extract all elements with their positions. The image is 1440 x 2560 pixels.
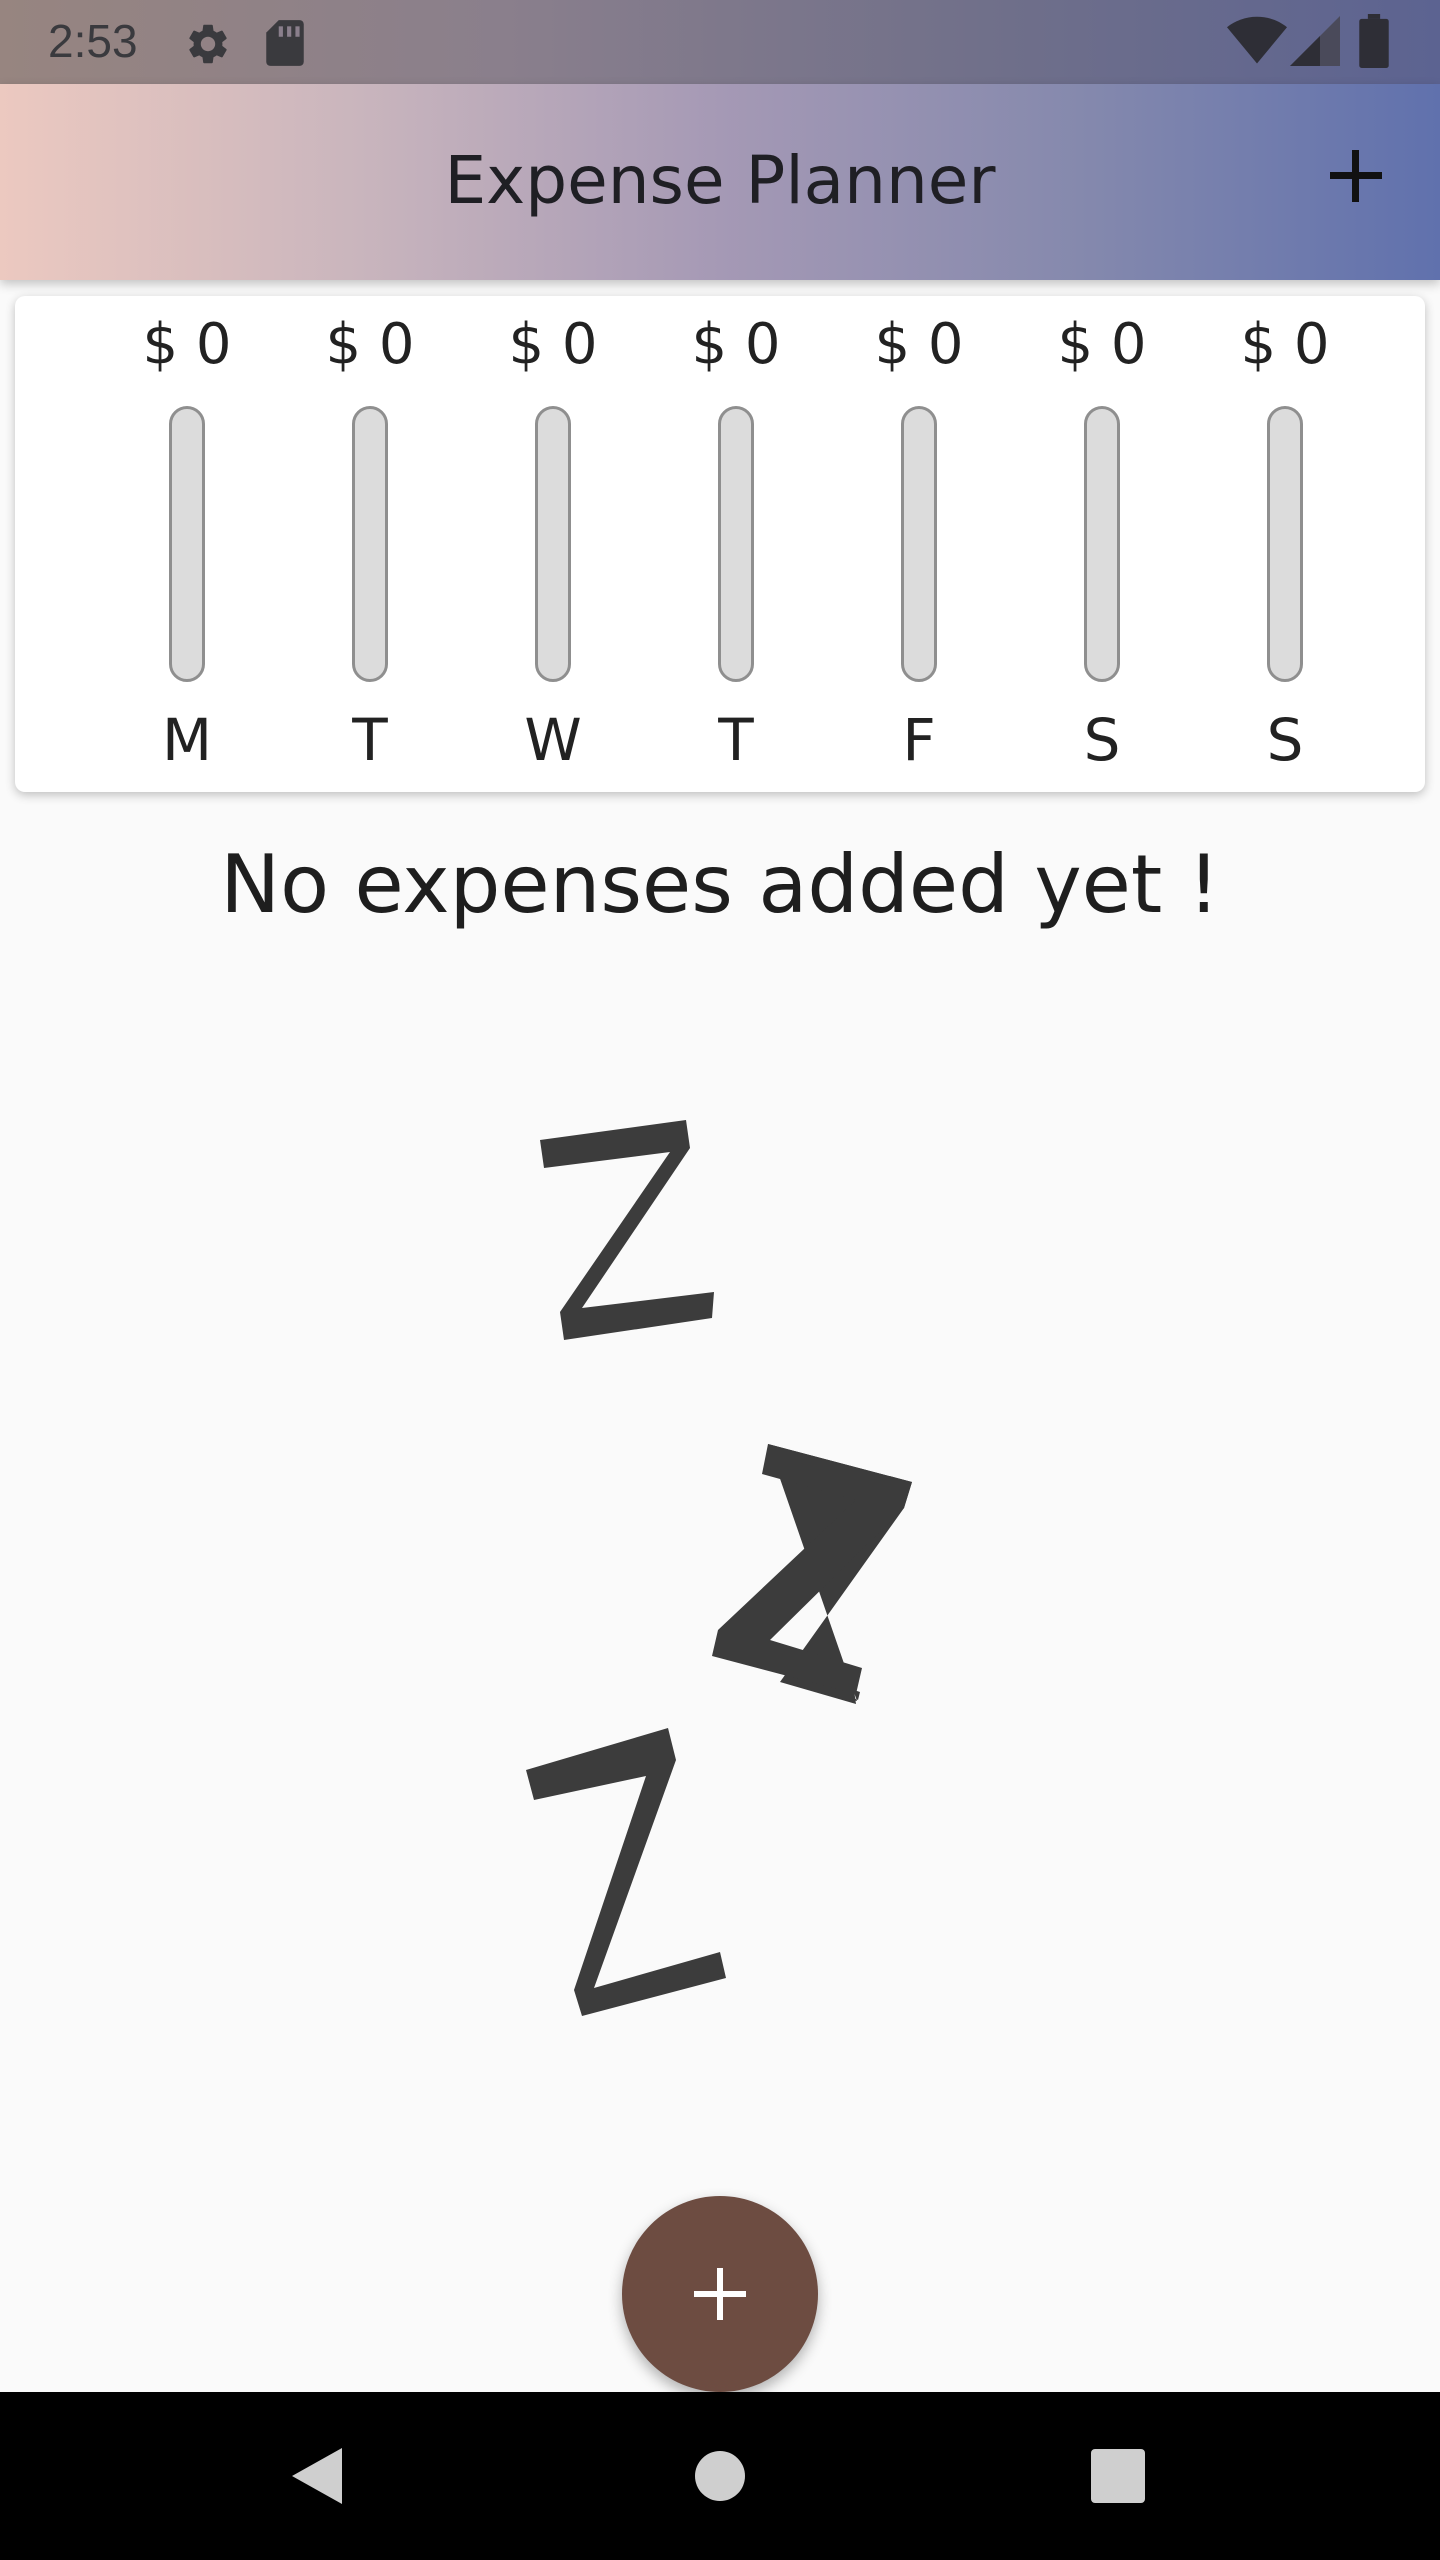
chart-bar [352, 406, 388, 682]
gear-icon [189, 24, 227, 64]
chart-amount-label: $ 0 [1240, 312, 1330, 377]
chart-amount-label: $ 0 [874, 312, 964, 377]
app-bar: Expense Planner [0, 84, 1440, 280]
cell-signal-icon [1290, 16, 1340, 66]
back-icon[interactable] [280, 2436, 360, 2516]
chart-day-column: $ 0 F [849, 296, 989, 792]
sd-card-icon [266, 20, 304, 66]
empty-state-message: No expenses added yet ! [220, 838, 1220, 931]
chart-bar [901, 406, 937, 682]
chart-day-column: $ 0 W [483, 296, 623, 792]
chart-bar [1267, 406, 1303, 682]
chart-amount-label: $ 0 [142, 312, 232, 377]
plus-icon [1330, 150, 1382, 202]
recents-icon[interactable] [1078, 2436, 1158, 2516]
chart-day-label: T [718, 706, 754, 774]
chart-amount-label: $ 0 [508, 312, 598, 377]
plus-icon [694, 2268, 746, 2320]
status-bar: 2:53 [0, 0, 1440, 84]
chart-bar [169, 406, 205, 682]
chart-day-label: S [1266, 706, 1304, 774]
chart-amount-label: $ 0 [325, 312, 415, 377]
chart-bar [1084, 406, 1120, 682]
add-expense-fab[interactable] [622, 2196, 818, 2392]
chart-day-label: T [352, 706, 388, 774]
system-nav-bar [0, 2392, 1440, 2560]
chart-day-column: $ 0 M [117, 296, 257, 792]
chart-bar [718, 406, 754, 682]
chart-day-label: W [524, 706, 582, 774]
add-expense-button[interactable] [1306, 126, 1406, 226]
chart-day-label: M [161, 706, 213, 774]
chart-day-column: $ 0 S [1215, 296, 1355, 792]
chart-bar [535, 406, 571, 682]
chart-day-column: $ 0 T [666, 296, 806, 792]
chart-day-label: S [1083, 706, 1121, 774]
chart-amount-label: $ 0 [1057, 312, 1147, 377]
sleeping-zzz-icon [526, 1120, 912, 2016]
wifi-icon [1227, 16, 1287, 64]
status-time: 2:53 [48, 15, 138, 67]
chart-day-column: $ 0 T [300, 296, 440, 792]
chart-day-column: $ 0 S [1032, 296, 1172, 792]
chart-day-label: F [902, 706, 936, 774]
battery-icon [1359, 14, 1389, 68]
chart-amount-label: $ 0 [691, 312, 781, 377]
home-icon[interactable] [680, 2436, 760, 2516]
weekly-chart-card: $ 0 M $ 0 T $ 0 W $ 0 T $ 0 F $ 0 S $ 0 … [15, 296, 1425, 792]
app-title: Expense Planner [444, 142, 996, 219]
